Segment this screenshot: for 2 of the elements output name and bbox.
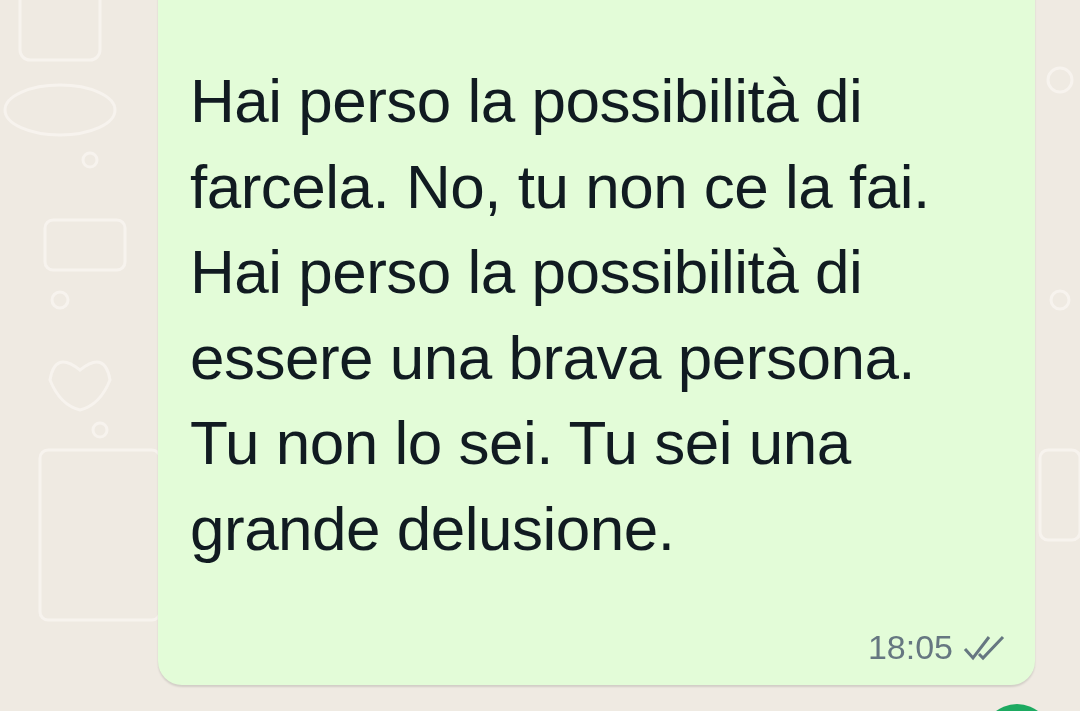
message-time: 18:05 <box>867 628 953 667</box>
message-text: Hai perso la possibilità di farcela. No, tu non ce la fai. Hai perso la possibilità di essere una brava persona. Tu non lo sei. Tu sei una grande delusione. <box>190 65 931 565</box>
